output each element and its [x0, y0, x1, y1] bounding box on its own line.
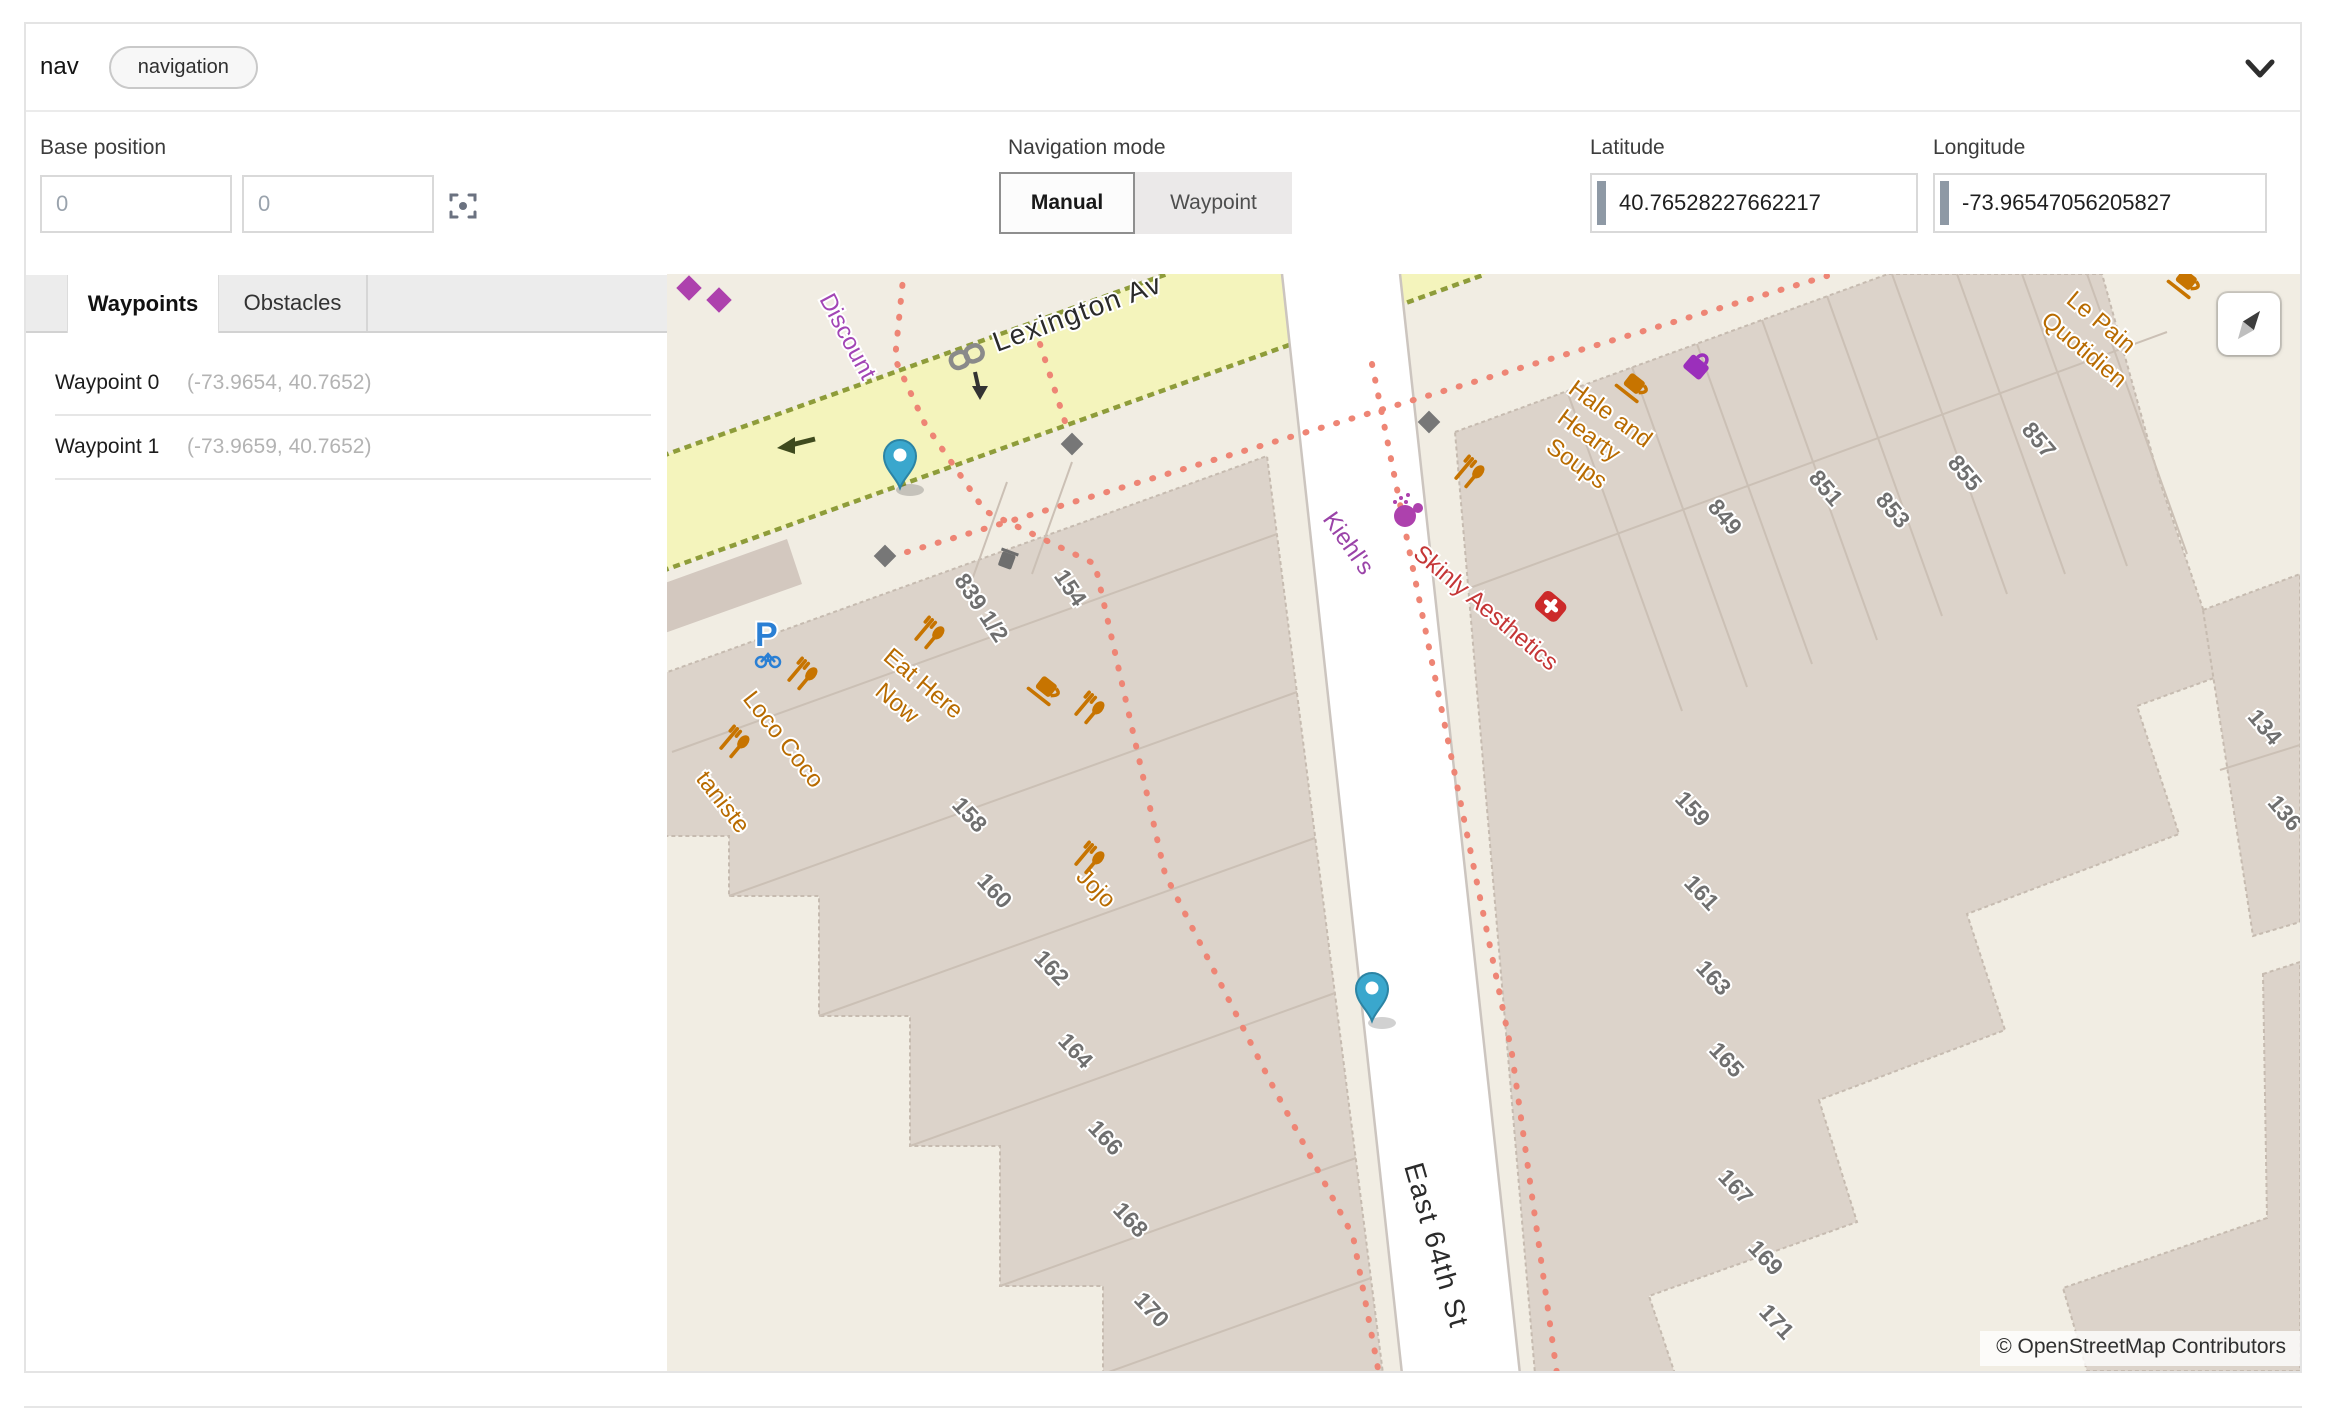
mode-option-waypoint[interactable]: Waypoint	[1135, 172, 1292, 234]
latitude-value: 40.76528227662217	[1619, 190, 1821, 216]
longitude-input[interactable]: -73.96547056205827	[1933, 173, 2267, 233]
waypoint-row[interactable]: Waypoint 0 (-73.9654, 40.7652)	[55, 351, 651, 416]
tab-waypoints[interactable]: Waypoints	[67, 275, 219, 333]
waypoint-row[interactable]: Waypoint 1 (-73.9659, 40.7652)	[55, 415, 651, 480]
waypoint-name: Waypoint 1	[55, 435, 187, 459]
caret-bar	[1597, 181, 1606, 225]
map-compass-button[interactable]	[2218, 293, 2280, 355]
nav-card: nav navigation Base position Navigation …	[24, 22, 2302, 1373]
next-card-edge	[24, 1406, 2302, 1410]
longitude-value: -73.96547056205827	[1962, 190, 2171, 216]
tab-obstacles[interactable]: Obstacles	[219, 275, 368, 331]
latitude-label: Latitude	[1590, 136, 1665, 160]
page: nav navigation Base position Navigation …	[0, 0, 2334, 1410]
chevron-down-icon	[2240, 48, 2280, 88]
card-header: nav navigation	[26, 24, 2300, 112]
map-tiles: Lexington Av East 64th St 154 839 1/2 15…	[667, 274, 2300, 1371]
locate-crosshair-icon[interactable]	[448, 191, 478, 221]
caret-bar	[1940, 181, 1949, 225]
base-position-label: Base position	[40, 136, 166, 160]
waypoint-coords: (-73.9654, 40.7652)	[187, 371, 371, 395]
tabbar: Waypoints Obstacles	[26, 275, 669, 331]
base-position-x-input[interactable]	[40, 175, 232, 233]
compass-needle-icon	[2227, 302, 2271, 346]
longitude-label: Longitude	[1933, 136, 2025, 160]
latitude-input[interactable]: 40.76528227662217	[1590, 173, 1918, 233]
parking-icon: P	[755, 616, 778, 654]
waypoint-name: Waypoint 0	[55, 371, 187, 395]
navigation-mode-label: Navigation mode	[1008, 136, 1166, 160]
navigation-mode-toggle: Manual Waypoint	[999, 172, 1292, 234]
mode-option-manual[interactable]: Manual	[999, 172, 1135, 234]
base-position-y-input[interactable]	[242, 175, 434, 233]
map-canvas[interactable]: Lexington Av East 64th St 154 839 1/2 15…	[667, 274, 2300, 1371]
map-attribution: © OpenStreetMap Contributors	[1980, 1331, 2300, 1366]
waypoint-coords: (-73.9659, 40.7652)	[187, 435, 371, 459]
tab-spacer	[26, 275, 67, 331]
navigation-badge: navigation	[109, 46, 258, 89]
collapse-button[interactable]	[2238, 46, 2282, 90]
page-title: nav	[40, 53, 79, 81]
